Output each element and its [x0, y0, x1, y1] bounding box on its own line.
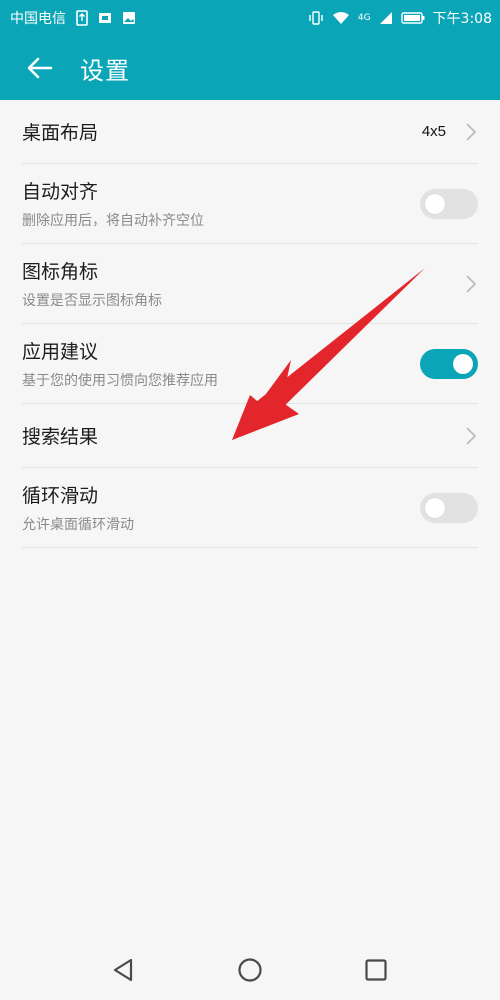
toggle-knob	[453, 353, 473, 374]
status-bar: 中国电信 4G 下午3:08	[0, 0, 500, 36]
setting-row-loop-scroll: 循环滑动 允许桌面循环滑动	[22, 468, 478, 548]
nav-recents-button[interactable]	[358, 952, 394, 988]
setting-row-desktop-layout[interactable]: 桌面布局 4x5	[22, 100, 478, 164]
setting-label: 循环滑动	[22, 485, 99, 507]
carrier-name: 中国电信	[10, 11, 66, 27]
network-type: 4G	[357, 13, 371, 23]
toggle-knob	[425, 497, 445, 518]
setting-label: 图标角标	[22, 261, 99, 283]
circle-home-icon	[238, 958, 262, 982]
system-nav-bar	[0, 940, 500, 1000]
settings-list: 桌面布局 4x5 自动对齐 删除应用后，将自动补齐空位 图标角标 设置是否显示图…	[0, 100, 500, 548]
nav-back-button[interactable]	[106, 952, 142, 988]
setting-description: 设置是否显示图标角标	[22, 293, 162, 309]
chevron-right-icon	[464, 121, 478, 143]
triangle-back-icon	[113, 958, 133, 982]
loop-scroll-toggle[interactable]	[420, 492, 478, 523]
toggle-knob	[425, 193, 445, 214]
arrow-left-icon	[27, 57, 53, 79]
setting-label: 自动对齐	[22, 181, 99, 203]
setting-row-icon-badges[interactable]: 图标角标 设置是否显示图标角标	[22, 244, 478, 324]
image-icon	[122, 11, 136, 25]
setting-label: 桌面布局	[22, 122, 99, 144]
setting-row-app-suggestions: 应用建议 基于您的使用习惯向您推荐应用	[22, 324, 478, 404]
setting-label: 搜索结果	[22, 426, 99, 448]
sim-icon	[98, 11, 112, 25]
setting-description: 删除应用后，将自动补齐空位	[22, 213, 204, 229]
page-title: 设置	[80, 56, 130, 85]
signal-icon	[379, 11, 393, 25]
auto-align-toggle[interactable]	[420, 188, 478, 219]
back-button[interactable]	[22, 50, 58, 86]
chevron-right-icon	[464, 273, 478, 295]
square-recents-icon	[365, 959, 387, 981]
app-bar: 设置	[0, 36, 500, 100]
setting-description: 允许桌面循环滑动	[22, 517, 134, 533]
setting-value: 4x5	[421, 123, 446, 140]
setting-row-search-results[interactable]: 搜索结果	[22, 404, 478, 468]
setting-description: 基于您的使用习惯向您推荐应用	[22, 373, 218, 389]
chevron-right-icon	[464, 425, 478, 447]
clock: 下午3:08	[432, 11, 492, 27]
app-suggestions-toggle[interactable]	[420, 348, 478, 379]
setting-label: 应用建议	[22, 341, 99, 363]
vibrate-icon	[308, 11, 324, 25]
usb-icon	[76, 10, 88, 26]
nav-home-button[interactable]	[232, 952, 268, 988]
wifi-icon	[332, 11, 350, 25]
setting-row-auto-align: 自动对齐 删除应用后，将自动补齐空位	[22, 164, 478, 244]
battery-icon	[400, 12, 425, 24]
